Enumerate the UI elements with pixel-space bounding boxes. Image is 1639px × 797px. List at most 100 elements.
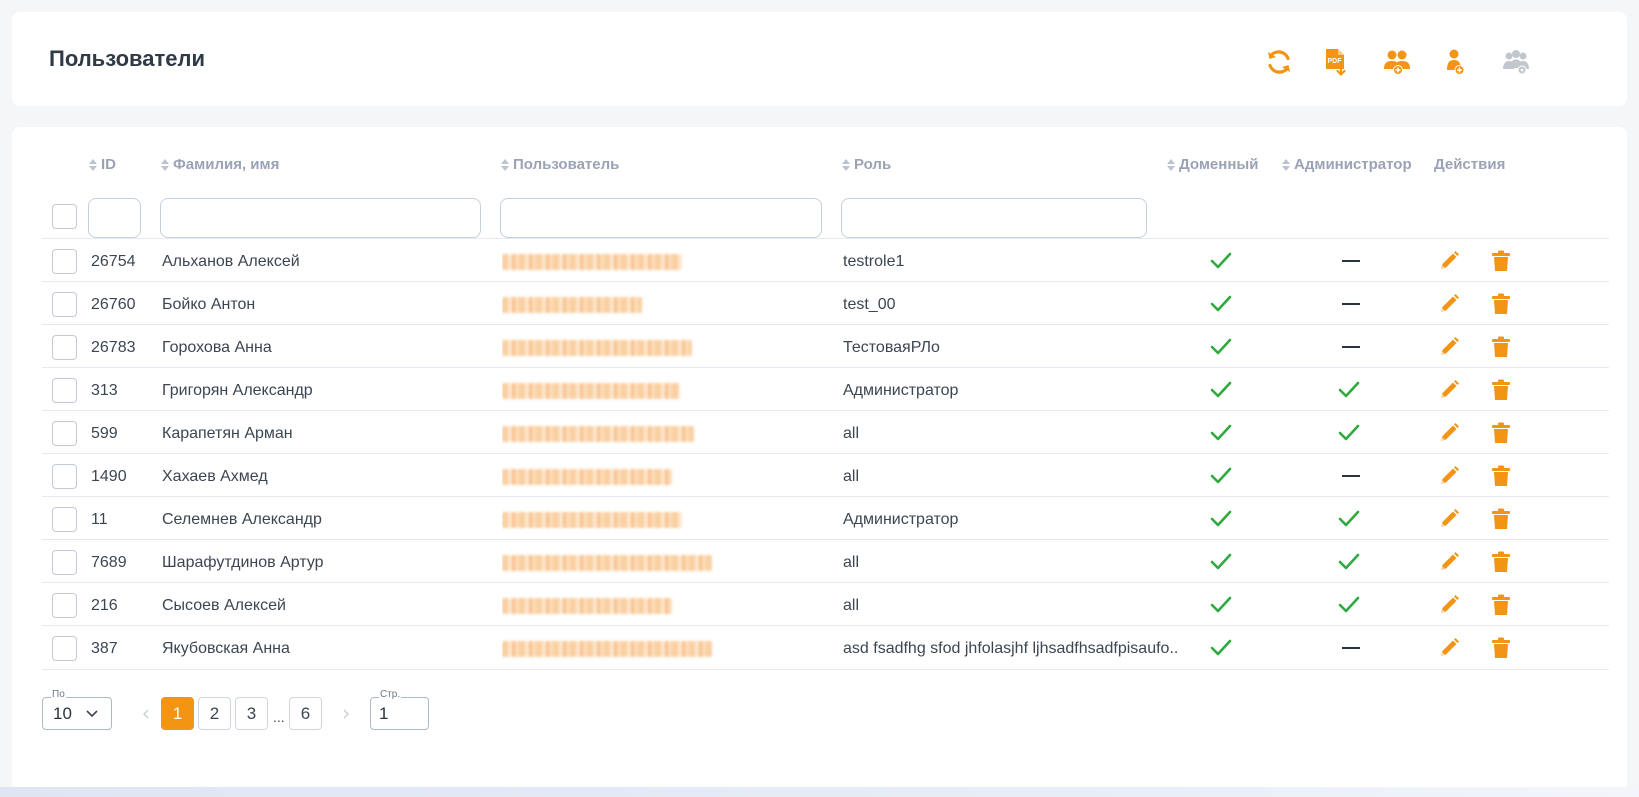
table-row: 216 Сысоев Алексей all bbox=[42, 582, 1609, 627]
user-login-redacted bbox=[502, 640, 712, 657]
row-user bbox=[502, 540, 832, 585]
check-icon bbox=[1210, 411, 1240, 456]
check-icon bbox=[1338, 497, 1368, 542]
per-page-select[interactable]: По 10 bbox=[42, 689, 112, 730]
row-role: all bbox=[843, 597, 860, 614]
row-role: all bbox=[843, 554, 860, 571]
row-role: ТестоваяРЛо bbox=[843, 339, 940, 356]
dash-icon bbox=[1342, 454, 1372, 499]
filter-name-input[interactable] bbox=[160, 198, 481, 238]
edit-icon[interactable] bbox=[1438, 368, 1464, 413]
table-row: 387 Якубовская Анна asd fsadfhg sfod jhfol… bbox=[42, 625, 1609, 670]
row-id: 26783 bbox=[91, 339, 136, 356]
user-login-redacted bbox=[502, 554, 712, 571]
row-id: 26754 bbox=[91, 253, 136, 270]
row-checkbox[interactable] bbox=[52, 292, 77, 317]
edit-icon[interactable] bbox=[1438, 325, 1464, 370]
delete-icon[interactable] bbox=[1491, 239, 1515, 284]
column-header-id[interactable]: ID bbox=[89, 156, 116, 173]
delete-icon[interactable] bbox=[1491, 583, 1515, 628]
sort-icon bbox=[89, 158, 97, 171]
page-button-6[interactable]: 6 bbox=[289, 697, 322, 730]
column-header-name[interactable]: Фамилия, имя bbox=[161, 156, 279, 173]
filter-id-input[interactable] bbox=[88, 198, 141, 238]
row-role: test_00 bbox=[843, 296, 896, 313]
row-user bbox=[502, 497, 832, 542]
delete-icon[interactable] bbox=[1491, 497, 1515, 542]
page-button-3[interactable]: 3 bbox=[235, 697, 268, 730]
row-name: Бойко Антон bbox=[162, 296, 256, 313]
pagination: По 10 1 2 3 ... 6 Стр. bbox=[12, 689, 1627, 747]
column-header-label: ID bbox=[101, 156, 116, 173]
user-login-redacted bbox=[502, 253, 682, 270]
select-all-checkbox[interactable] bbox=[52, 204, 77, 229]
table-row: 1490 Хахаев Ахмед all bbox=[42, 453, 1609, 498]
delete-icon[interactable] bbox=[1491, 626, 1515, 671]
row-user bbox=[502, 626, 832, 671]
edit-icon[interactable] bbox=[1438, 411, 1464, 456]
row-checkbox[interactable] bbox=[52, 335, 77, 360]
check-icon bbox=[1338, 368, 1368, 413]
row-user bbox=[502, 454, 832, 499]
edit-icon[interactable] bbox=[1438, 497, 1464, 542]
edit-icon[interactable] bbox=[1438, 282, 1464, 327]
edit-icon[interactable] bbox=[1438, 239, 1464, 284]
delete-icon[interactable] bbox=[1491, 454, 1515, 499]
group-settings-icon bbox=[1503, 50, 1529, 75]
page-button-1[interactable]: 1 bbox=[161, 697, 194, 730]
delete-icon[interactable] bbox=[1491, 411, 1515, 456]
prev-page-icon[interactable] bbox=[140, 706, 152, 722]
check-icon bbox=[1210, 239, 1240, 284]
column-header-admin[interactable]: Администратор bbox=[1282, 156, 1412, 173]
add-group-icon bbox=[1384, 50, 1410, 75]
row-checkbox[interactable] bbox=[52, 378, 77, 403]
delete-icon[interactable] bbox=[1491, 325, 1515, 370]
row-name: Горохова Анна bbox=[162, 339, 272, 356]
row-name: Альханов Алексей bbox=[162, 253, 300, 270]
page-jump-input[interactable] bbox=[379, 704, 421, 724]
add-group-button[interactable] bbox=[1377, 42, 1417, 82]
column-header-user[interactable]: Пользователь bbox=[501, 156, 619, 173]
row-name: Григорян Александр bbox=[162, 382, 313, 399]
row-checkbox[interactable] bbox=[52, 507, 77, 532]
per-page-value: 10 bbox=[53, 704, 72, 723]
refresh-button[interactable] bbox=[1259, 42, 1299, 82]
column-header-label: Администратор bbox=[1294, 156, 1412, 173]
table-row: 599 Карапетян Арман all bbox=[42, 410, 1609, 455]
column-header-role[interactable]: Роль bbox=[842, 156, 891, 173]
delete-icon[interactable] bbox=[1491, 368, 1515, 413]
delete-icon[interactable] bbox=[1491, 540, 1515, 585]
row-role: testrole1 bbox=[843, 253, 905, 270]
filter-role-input[interactable] bbox=[841, 198, 1147, 238]
pdf-export-icon: PDF bbox=[1326, 49, 1346, 77]
pdf-export-button[interactable]: PDF bbox=[1315, 42, 1355, 82]
row-checkbox[interactable] bbox=[52, 550, 77, 575]
sort-icon bbox=[1167, 158, 1175, 171]
row-user bbox=[502, 583, 832, 628]
row-id: 11 bbox=[91, 511, 108, 528]
row-checkbox[interactable] bbox=[52, 421, 77, 446]
check-icon bbox=[1210, 540, 1240, 585]
edit-icon[interactable] bbox=[1438, 626, 1464, 671]
delete-icon[interactable] bbox=[1491, 282, 1515, 327]
row-role: all bbox=[843, 468, 860, 485]
row-checkbox[interactable] bbox=[52, 636, 77, 661]
page-jump-field: Стр. bbox=[370, 689, 429, 730]
table-row: 26783 Горохова Анна ТестоваяРЛо bbox=[42, 324, 1609, 369]
row-checkbox[interactable] bbox=[52, 593, 77, 618]
row-checkbox[interactable] bbox=[52, 249, 77, 274]
add-user-button[interactable] bbox=[1436, 42, 1476, 82]
edit-icon[interactable] bbox=[1438, 583, 1464, 628]
row-checkbox[interactable] bbox=[52, 464, 77, 489]
filter-user-input[interactable] bbox=[500, 198, 822, 238]
add-user-icon bbox=[1447, 49, 1465, 75]
next-page-icon[interactable] bbox=[340, 706, 352, 722]
column-header-domain[interactable]: Доменный bbox=[1167, 156, 1258, 173]
user-login-redacted bbox=[502, 425, 694, 442]
row-user bbox=[502, 368, 832, 413]
sort-icon bbox=[501, 158, 509, 171]
edit-icon[interactable] bbox=[1438, 540, 1464, 585]
row-user bbox=[502, 411, 832, 456]
page-button-2[interactable]: 2 bbox=[198, 697, 231, 730]
edit-icon[interactable] bbox=[1438, 454, 1464, 499]
